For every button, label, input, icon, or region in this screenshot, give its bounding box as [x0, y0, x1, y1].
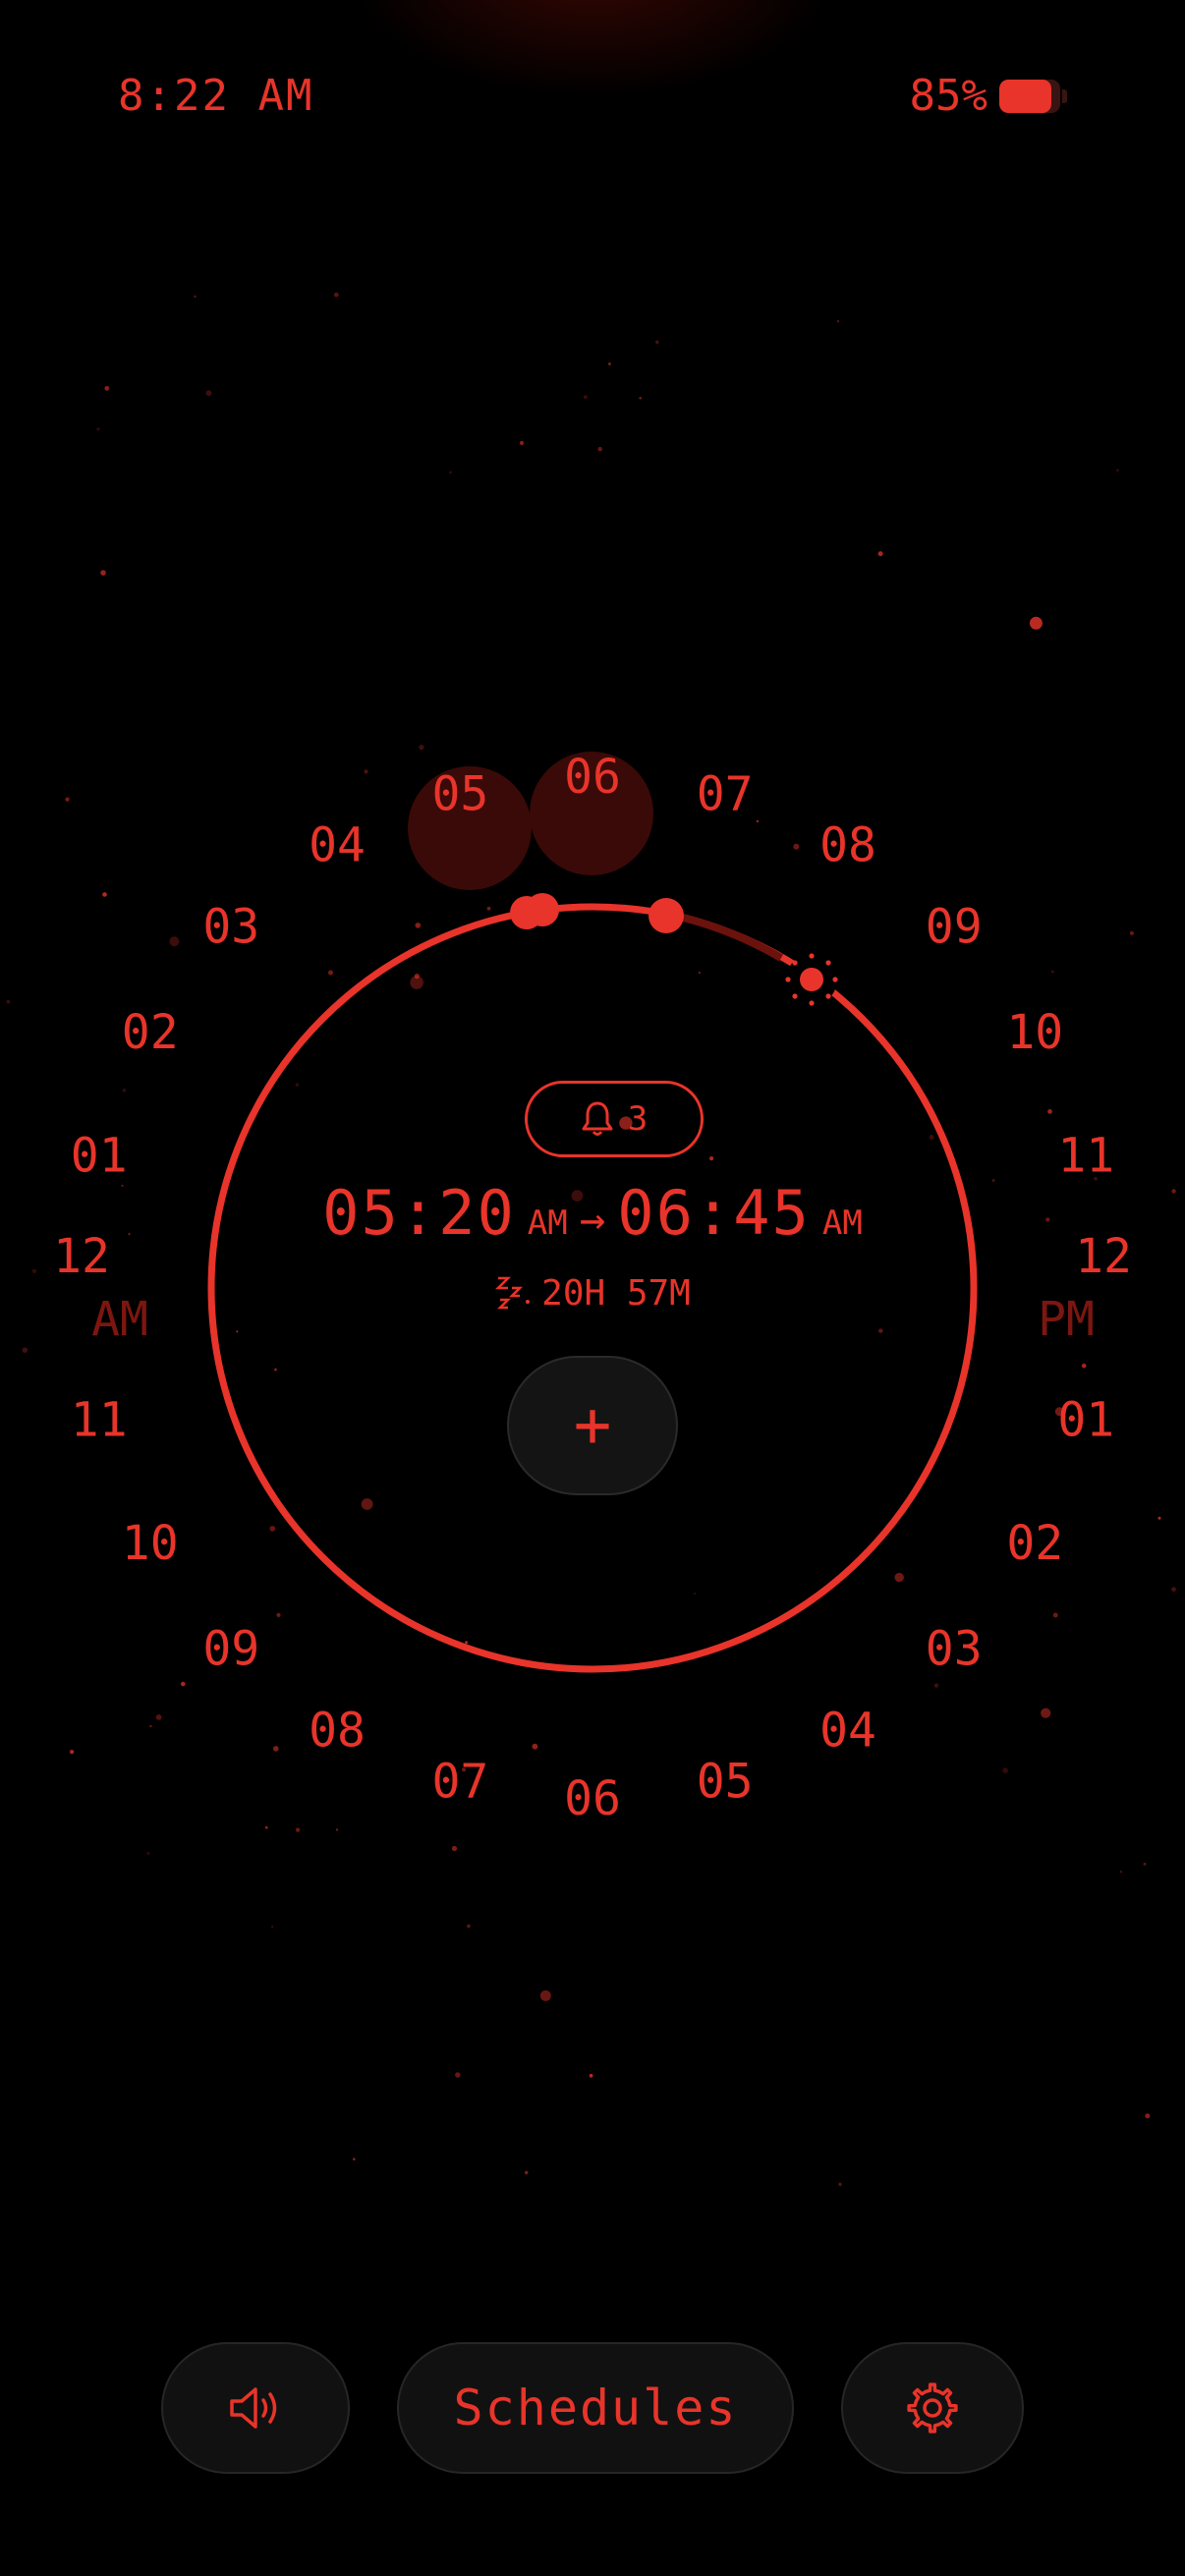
zzz-icon [495, 1276, 531, 1309]
plus-icon: + [573, 1389, 612, 1462]
hour-pm-01[interactable]: 01 [1057, 1393, 1114, 1448]
alarm-count-badge[interactable]: 3 [525, 1081, 704, 1157]
settings-button[interactable] [841, 2342, 1024, 2474]
hour-pm-02[interactable]: 02 [1006, 1516, 1063, 1571]
schedules-label: Schedules [453, 2380, 738, 2436]
end-meridiem: AM [821, 1204, 863, 1243]
hour-pm-04[interactable]: 04 [819, 1703, 876, 1758]
hour-pm-09[interactable]: 09 [202, 1622, 259, 1677]
dial-dim-arc [665, 910, 784, 962]
add-alarm-button[interactable]: + [507, 1356, 678, 1495]
start-handle-2[interactable] [526, 893, 559, 926]
hour-am-03[interactable]: 03 [202, 899, 259, 954]
arrow-icon: → [579, 1195, 606, 1245]
hour-am-10[interactable]: 10 [1006, 1005, 1063, 1060]
hour-am-07[interactable]: 07 [697, 767, 754, 822]
hour-pm-05[interactable]: 05 [697, 1754, 754, 1809]
duration-text: 20H 57M [541, 1273, 691, 1314]
end-handle[interactable] [649, 898, 684, 933]
sleep-duration: 20H 57M [0, 1273, 1185, 1314]
hour-pm-08[interactable]: 08 [309, 1703, 366, 1758]
start-time: 05:20 [322, 1177, 516, 1249]
hour-pm-10[interactable]: 10 [122, 1516, 179, 1571]
hour-am-01[interactable]: 01 [71, 1128, 128, 1183]
hour-pm-03[interactable]: 03 [926, 1622, 983, 1677]
hour-am-04[interactable]: 04 [309, 818, 366, 873]
hour-am-02[interactable]: 02 [122, 1005, 179, 1060]
sound-button[interactable] [161, 2342, 350, 2474]
hour-pm-06[interactable]: 06 [564, 1771, 621, 1826]
bell-icon [582, 1101, 613, 1136]
alarm-count: 3 [627, 1099, 649, 1139]
hour-pm-11[interactable]: 11 [71, 1393, 128, 1448]
hour-am-09[interactable]: 09 [926, 899, 983, 954]
hour-am-11[interactable]: 11 [1057, 1128, 1114, 1183]
hour-am-06[interactable]: 06 [564, 750, 621, 805]
hour-am-05[interactable]: 05 [432, 767, 489, 822]
end-time: 06:45 [617, 1177, 811, 1249]
hour-am-08[interactable]: 08 [819, 818, 876, 873]
speaker-icon [230, 2387, 277, 2429]
start-meridiem: AM [527, 1204, 568, 1243]
schedules-button[interactable]: Schedules [397, 2342, 794, 2474]
hour-pm-07[interactable]: 07 [432, 1754, 489, 1809]
gear-icon [907, 2382, 958, 2434]
alarm-time-range[interactable]: 05:20 AM → 06:45 AM [0, 1177, 1185, 1249]
